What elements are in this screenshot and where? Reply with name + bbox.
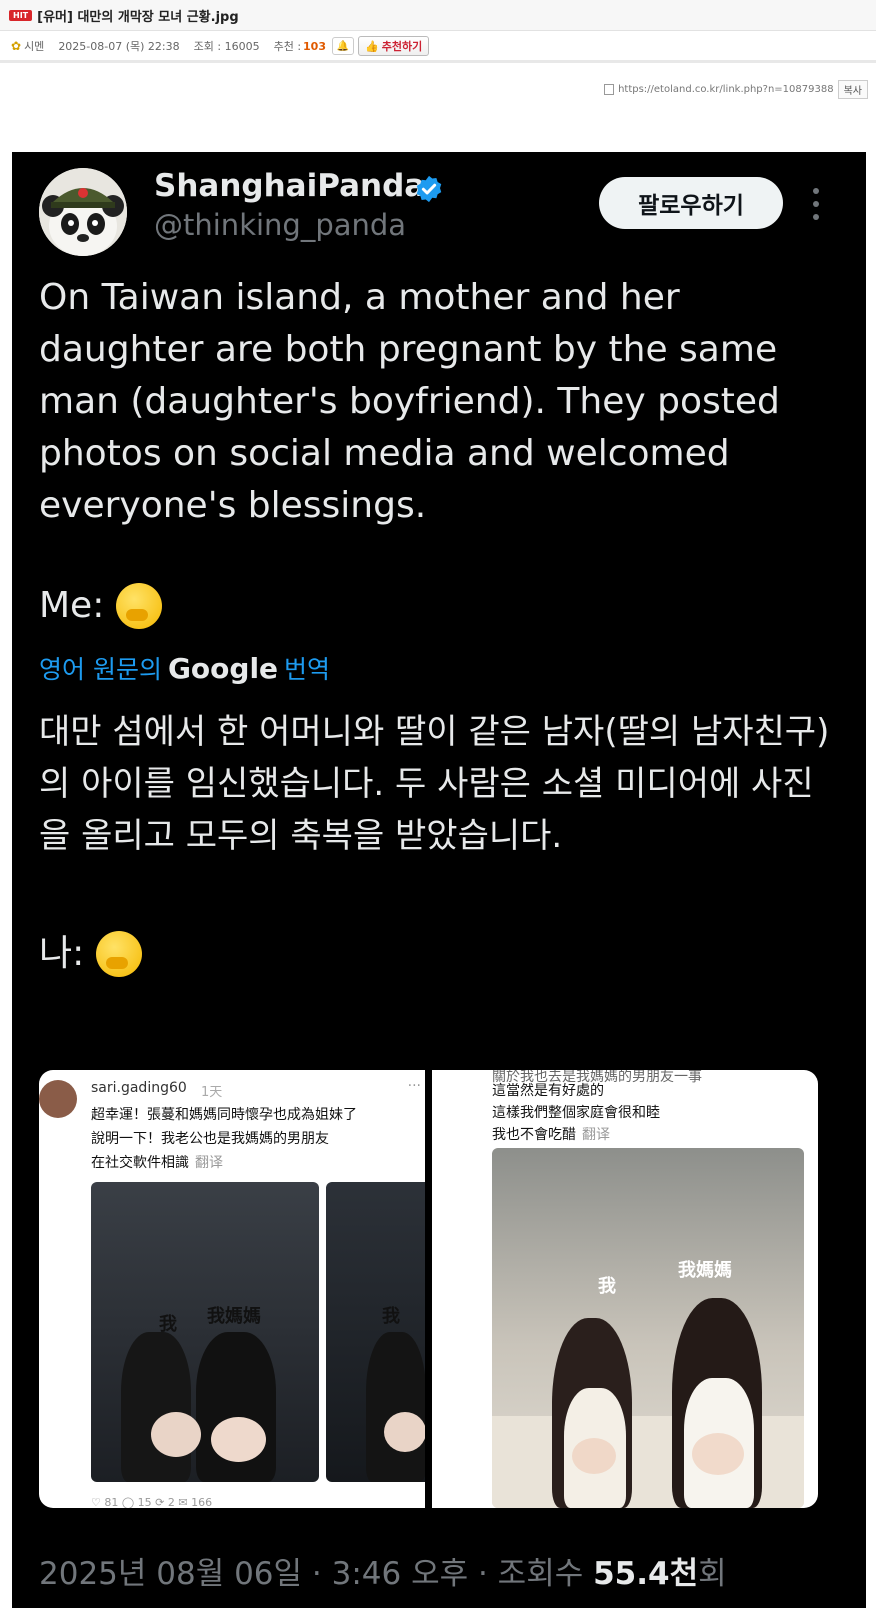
more-options-icon[interactable]	[812, 188, 820, 220]
tweet-view-count: 55.4천	[593, 1556, 699, 1592]
label-my-mom: 我媽媽	[207, 1306, 261, 1327]
view-count: 조회 : 16005	[193, 40, 260, 53]
verified-badge-icon	[416, 175, 442, 203]
me-reaction-line: Me:	[39, 580, 839, 632]
second-selfie-photo: 我	[326, 1182, 425, 1482]
comment-translate-tag: 翻译	[195, 1155, 223, 1171]
comment-line-3: 在社交軟件相識 翻译	[91, 1152, 223, 1172]
commenter-username: sari.gading60	[91, 1080, 187, 1096]
panda-face-icon	[39, 168, 127, 256]
na-reaction-line: 나:	[39, 928, 839, 980]
recommend-button[interactable]: 👍 추천하기	[358, 36, 430, 56]
tweet-image-right[interactable]: 關於我也去是我媽媽的男朋友一事 這當然是有好處的 這樣我們整個家庭會很和睦 我也…	[432, 1070, 818, 1508]
label-me-2: 我	[382, 1306, 400, 1327]
comment-line-1: 超幸運！張蔓和媽媽同時懷孕也成為姐妹了	[91, 1107, 357, 1123]
daughter-figure-2	[366, 1332, 425, 1482]
face-with-hand-over-mouth-icon	[116, 583, 163, 629]
daughter-belly-2	[572, 1438, 616, 1474]
user-handle[interactable]: @thinking_panda	[154, 208, 406, 242]
comment-time: 1天	[201, 1085, 223, 1100]
comment-stats: ♡ 81 ◯ 15 ⟳ 2 ✉ 166	[91, 1496, 213, 1508]
na-label: 나:	[39, 933, 85, 974]
mirror-selfie-photo: 我 我媽媽	[91, 1182, 319, 1482]
tweet-date-time[interactable]: 2025년 08월 06일 · 3:46 오후 · 조회수	[39, 1556, 593, 1592]
reply-line-3: 我也不會吃醋 翻译	[492, 1124, 610, 1144]
tweet-image-left[interactable]: sari.gading60 1天 ··· 超幸運！張蔓和媽媽同時懷孕也成為姐妹了…	[39, 1070, 425, 1508]
mother-belly	[211, 1417, 266, 1462]
post-meta-bar: ✿ 시멘 2025-08-07 (목) 22:38 조회 : 16005 추천 …	[0, 32, 876, 63]
google-logo: Google	[167, 651, 279, 685]
reply-line-2: 這樣我們整個家庭會很和睦	[492, 1105, 660, 1121]
belly-2	[384, 1412, 425, 1452]
daughter-belly	[151, 1412, 201, 1457]
hit-badge: HIT	[9, 9, 33, 21]
member-level-icon: ✿	[11, 39, 22, 53]
short-link-bar: https://etoland.co.kr/link.php?n=1087938…	[604, 80, 868, 99]
comment-more-icon: ···	[407, 1078, 421, 1094]
panda-avatar[interactable]	[39, 168, 127, 256]
copy-link-button[interactable]: 복사	[837, 80, 868, 99]
tweet-card: ShanghaiPanda @thinking_panda 팔로우하기 On T…	[12, 152, 866, 1608]
commenter-avatar	[39, 1080, 77, 1118]
short-link-url[interactable]: https://etoland.co.kr/link.php?n=1087938…	[618, 84, 834, 95]
me-label: Me:	[39, 585, 105, 626]
recommend-label: 추천 :	[273, 40, 302, 53]
maternity-couch-photo: 我 我媽媽	[492, 1148, 804, 1508]
recommend-button-label: 추천하기	[381, 40, 423, 53]
post-title-bar: HIT [유머] 대만의 개막장 모녀 근황.jpg	[0, 0, 876, 31]
document-icon	[604, 84, 615, 95]
label-my-mom-right: 我媽媽	[678, 1260, 732, 1281]
tweet-text-korean: 대만 섬에서 한 어머니와 딸이 같은 남자(딸의 남자친구)의 아이를 임신했…	[39, 712, 830, 856]
daughter-figure	[121, 1332, 191, 1482]
face-with-hand-over-mouth-icon	[96, 931, 143, 977]
follow-button[interactable]: 팔로우하기	[599, 177, 783, 229]
tweet-text-english: On Taiwan island, a mother and her daugh…	[39, 277, 780, 526]
comment-line-2: 說明一下！我老公也是我媽媽的男朋友	[91, 1131, 329, 1147]
reply-translate-tag: 翻译	[582, 1127, 610, 1143]
thumbs-up-icon: 👍	[365, 39, 379, 53]
reply-line-3-text: 我也不會吃醋	[492, 1127, 576, 1143]
translate-suffix[interactable]: 번역	[284, 650, 330, 686]
label-me-right: 我	[598, 1276, 616, 1297]
author-name[interactable]: 시멘	[24, 38, 44, 54]
alarm-button[interactable]: 🔔	[332, 37, 354, 55]
label-me: 我	[159, 1314, 177, 1335]
mother-belly-2	[692, 1433, 744, 1475]
tweet-meta-footer: 2025년 08월 06일 · 3:46 오후 · 조회수 55.4천회	[39, 1548, 727, 1593]
comment-line-3-text: 在社交軟件相識	[91, 1155, 189, 1171]
translate-prefix[interactable]: 영어 원문의	[39, 650, 162, 686]
reply-line-1: 這當然是有好處的	[492, 1083, 604, 1099]
display-name[interactable]: ShanghaiPanda	[154, 168, 425, 204]
post-date: 2025-08-07 (목) 22:38	[58, 40, 180, 53]
bell-icon: 🔔	[336, 40, 350, 52]
post-title: [유머] 대만의 개막장 모녀 근황.jpg	[37, 9, 239, 25]
translation-attribution: 영어 원문의 Google 번역	[39, 650, 330, 686]
tweet-view-unit: 회	[698, 1556, 727, 1592]
recommend-count: 103	[303, 39, 326, 53]
